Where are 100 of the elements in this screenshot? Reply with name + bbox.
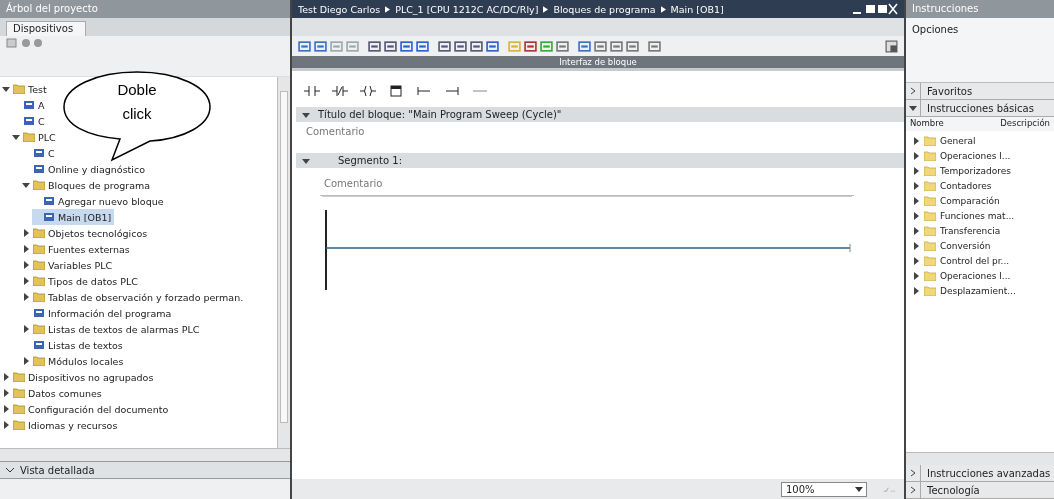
segment-comment: Comentario [320,176,854,196]
tree-item[interactable]: Agregar nuevo bloque [32,193,167,209]
tree-item[interactable]: C [12,113,48,129]
tree-item[interactable]: Objetos tecnológicos [22,225,151,241]
tree-item[interactable]: C [22,145,58,161]
options-label[interactable]: Opciones [906,18,1054,44]
tree-item[interactable]: Tablas de observación y forzado perman. [22,289,247,305]
instruction-folder[interactable]: Desplazamient... [906,283,1054,298]
collapsed-arrow-icon[interactable] [22,325,30,333]
instruction-folder[interactable]: Comparación [906,193,1054,208]
coil-icon[interactable] [360,85,376,97]
collapsed-arrow-icon[interactable] [22,245,30,253]
tree-item[interactable]: Fuentes externas [22,241,133,257]
tree-item[interactable]: A [12,97,48,113]
split-view-icon[interactable] [885,39,898,53]
collapsed-arrow-icon[interactable] [22,229,30,237]
details-view-header[interactable]: Vista detallada [0,461,290,479]
open-branch-icon[interactable] [416,85,432,97]
toolbar-icon[interactable] [314,39,327,53]
tree-item[interactable]: Online y diagnóstico [22,161,148,177]
breadcrumb-link[interactable]: Test Diego Carlos [298,3,381,15]
breadcrumb-link[interactable]: Bloques de programa [553,3,656,15]
instruction-folder[interactable]: Control del pr... [906,253,1054,268]
close-branch-icon[interactable] [444,85,460,97]
tree-item[interactable]: Datos comunes [2,385,105,401]
tree-item[interactable]: Main [OB1] [32,209,115,225]
palette-section[interactable]: Favoritos [906,83,1054,100]
toolbar-icon[interactable] [556,39,569,53]
collapsed-arrow-icon[interactable] [22,277,30,285]
expanded-arrow-icon[interactable] [302,156,310,165]
instruction-folder[interactable]: Temporizadores [906,163,1054,178]
instruction-folder[interactable]: Operaciones l... [906,268,1054,283]
zoom-dropdown[interactable]: 100% [781,481,867,497]
contact-icon[interactable] [304,85,320,97]
toolbar-icon[interactable] [610,39,623,53]
box-icon[interactable] [388,85,404,97]
collapsed-arrow-icon[interactable] [2,389,10,397]
toolbar-icon[interactable] [470,39,483,53]
folder-icon [924,180,936,191]
toolbar-icon[interactable] [648,39,661,53]
folder-icon [13,404,25,414]
toolbar-icon[interactable] [486,39,499,53]
collapsed-arrow-icon[interactable] [2,405,10,413]
folder-icon [33,244,45,254]
breadcrumb-arrow-icon [385,5,391,13]
expanded-arrow-icon[interactable] [2,85,10,93]
block-icon [23,116,35,126]
devices-tab[interactable]: Dispositivos [6,21,87,36]
collapsed-arrow-icon[interactable] [2,421,10,429]
toolbar-icon[interactable] [626,39,639,53]
instruction-folder[interactable]: General [906,133,1054,148]
tree-item[interactable]: Módulos locales [22,353,127,369]
palette-section[interactable]: Tecnología [906,482,1054,499]
instruction-folder[interactable]: Transferencia [906,223,1054,238]
window-controls-icon[interactable] [852,3,898,15]
toolbar-icon[interactable] [298,39,311,53]
toolbar-icon[interactable] [416,39,429,53]
instruction-folder[interactable]: Contadores [906,178,1054,193]
collapsed-arrow-icon[interactable] [22,261,30,269]
tree-item[interactable]: PLC [12,129,59,145]
expanded-arrow-icon[interactable] [22,181,30,189]
palette-section[interactable]: Instrucciones básicas [906,100,1054,117]
tree-item[interactable]: Listas de textos [22,337,126,353]
tree-item[interactable]: Variables PLC [22,257,116,273]
toolbar-icon[interactable] [438,39,451,53]
horizontal-scrollbar[interactable] [906,452,1054,465]
toolbar-icon[interactable] [384,39,397,53]
palette-section[interactable]: Instrucciones avanzadas [906,465,1054,482]
toolbar-icon[interactable] [594,39,607,53]
instruction-folder[interactable]: Conversión [906,238,1054,253]
tree-item[interactable]: Tipos de datos PLC [22,273,141,289]
tree-item[interactable]: Idiomas y recursos [2,417,121,433]
horizontal-scrollbar[interactable] [0,448,290,461]
toolbar-icon[interactable] [578,39,591,53]
closed-contact-icon[interactable] [332,85,348,97]
vertical-scrollbar[interactable] [277,77,290,448]
instruction-folder[interactable]: Operaciones l... [906,148,1054,163]
collapsed-arrow-icon[interactable] [22,293,30,301]
toolbar-icon[interactable] [400,39,413,53]
tree-item[interactable]: Información del programa [22,305,175,321]
collapsed-arrow-icon[interactable] [22,357,30,365]
toolbar-icon[interactable] [524,39,537,53]
tree-item[interactable]: Configuración del documento [2,401,172,417]
panel-title: Árbol del proyecto [0,0,290,18]
instruction-folder[interactable]: Funciones mat... [906,208,1054,223]
tree-item[interactable]: Listas de textos de alarmas PLC [22,321,203,337]
dropdown-arrow-icon [855,485,863,493]
toolbar-icon[interactable] [540,39,553,53]
tree-item[interactable]: Dispositivos no agrupados [2,369,157,385]
expanded-arrow-icon[interactable] [12,133,20,141]
toolbar-icon[interactable] [454,39,467,53]
details-view-label: Vista detallada [20,464,95,476]
tree-item[interactable]: Bloques de programa [22,177,154,193]
toolbar-icon[interactable] [368,39,381,53]
breadcrumb-link[interactable]: Main [OB1] [670,3,724,15]
breadcrumb-link[interactable]: PLC_1 [CPU 1212C AC/DC/Rly] [395,3,539,15]
tree-item[interactable]: Test [2,81,50,97]
interface-bar[interactable]: Interfaz de bloque [292,56,904,71]
collapsed-arrow-icon[interactable] [2,373,10,381]
expanded-arrow-icon[interactable] [302,110,310,119]
